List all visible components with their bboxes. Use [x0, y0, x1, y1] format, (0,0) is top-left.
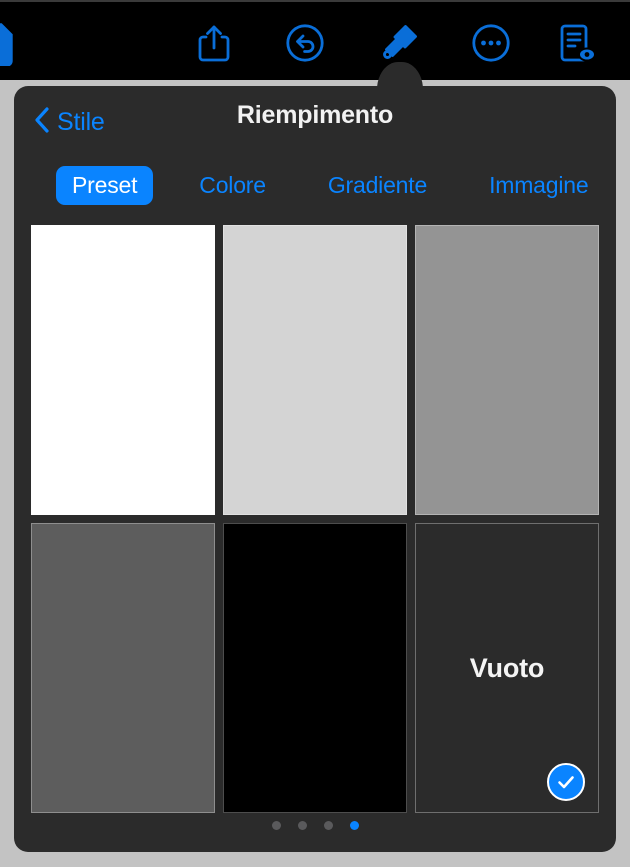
page-dot-3[interactable]: [323, 821, 333, 830]
app-toolbar: [0, 0, 630, 80]
document-icon[interactable]: [0, 16, 22, 70]
swatch-empty[interactable]: Vuoto: [415, 523, 599, 813]
tab-gradiente[interactable]: Gradiente: [312, 166, 443, 205]
swatch-white[interactable]: [31, 225, 215, 515]
undo-icon[interactable]: [278, 16, 332, 70]
swatch-light-gray[interactable]: [223, 225, 407, 515]
tab-preset[interactable]: Preset: [56, 165, 154, 205]
page-dot-2[interactable]: [297, 821, 307, 830]
checkmark-icon: [547, 763, 585, 801]
swatch-gray[interactable]: [415, 225, 599, 515]
preset-swatch-grid: Vuoto: [31, 225, 599, 813]
page-title: Riempimento: [236, 101, 394, 129]
popover-header: Stile Riempimento: [14, 86, 616, 159]
tab-immagine[interactable]: Immagine: [473, 166, 604, 205]
fill-type-tabs: Preset Colore Gradiente Immagine: [14, 159, 616, 211]
popover-tail: [374, 60, 426, 86]
comment-doc-icon[interactable]: [551, 16, 605, 70]
swatch-black[interactable]: [223, 523, 407, 813]
page-dots: [14, 821, 616, 830]
swatch-dark-gray[interactable]: [31, 523, 215, 813]
share-icon[interactable]: [187, 16, 241, 70]
fill-popover: Stile Riempimento Preset Colore Gradiente I…: [14, 86, 616, 852]
fill-preset-popover-screen: Stile Riempimento Preset Colore Gradiente I…: [0, 0, 630, 867]
swatch-label: Vuoto: [469, 652, 545, 683]
page-dot-4[interactable]: [349, 821, 359, 830]
more-icon[interactable]: [464, 16, 518, 70]
page-dot-1[interactable]: [271, 821, 281, 830]
tab-colore[interactable]: Colore: [183, 166, 282, 205]
